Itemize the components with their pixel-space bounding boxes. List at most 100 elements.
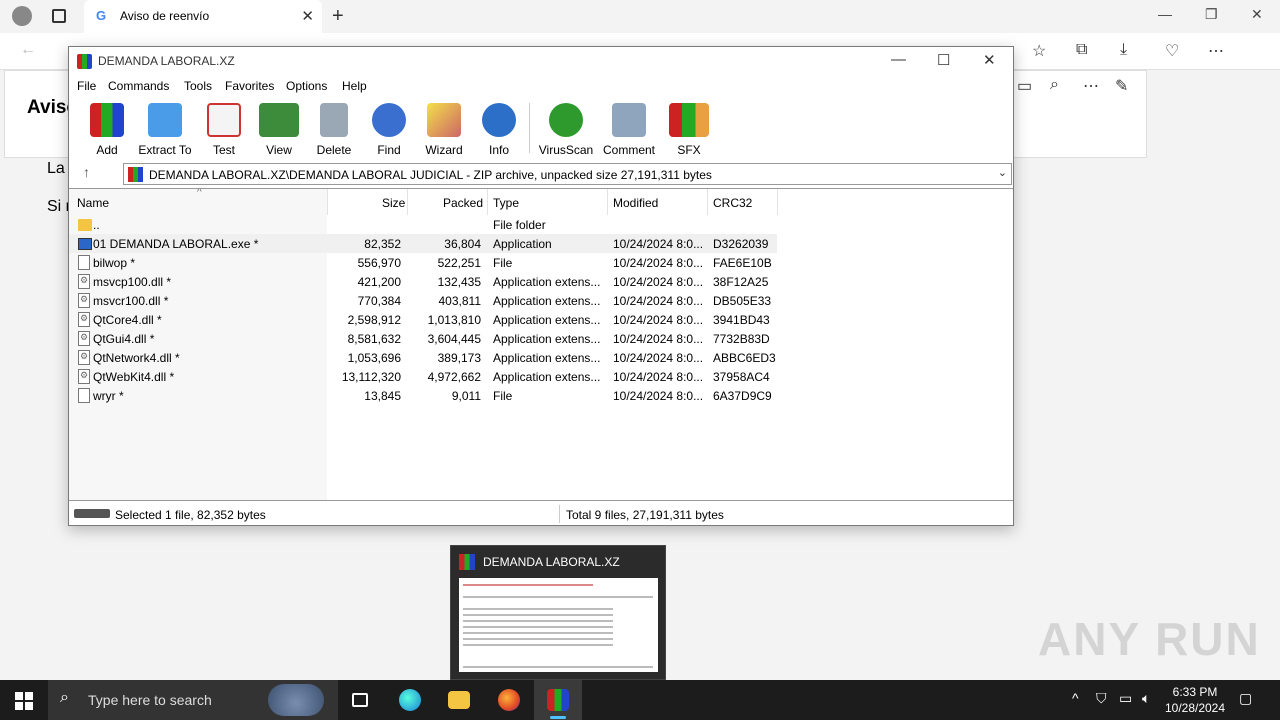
firefox-icon [498,689,520,711]
table-row-selected[interactable]: 01 DEMANDA LABORAL.exe * 82,352 36,804 A… [69,234,777,253]
new-tab-icon[interactable]: + [332,5,344,28]
close-window-icon[interactable]: ✕ [1251,6,1263,23]
table-row[interactable]: QtCore4.dll * 2,598,912 1,013,810 Applic… [69,310,1013,329]
minimize-icon[interactable]: — [891,51,906,68]
menu-help[interactable]: Help [342,79,367,93]
table-row[interactable]: QtWebKit4.dll * 13,112,320 4,972,662 App… [69,367,1013,386]
browser-tab[interactable]: G Aviso de reenvío ✕ [84,0,322,33]
edge-icon [399,689,421,711]
network-icon[interactable]: ▭ [1119,690,1132,707]
column-crc32[interactable]: CRC32 [713,196,752,210]
column-separator [607,189,608,215]
notifications-icon[interactable]: ▢ [1239,690,1252,707]
file-list: Name ^ Size Packed Type Modified CRC32 .… [69,188,1013,501]
search-placeholder: Type here to search [88,692,212,708]
maximize-icon[interactable]: ☐ [937,51,950,69]
search-highlight-image [268,684,324,716]
taskbar-edge[interactable] [386,680,434,720]
security-icon[interactable]: ⛉ [1096,690,1107,707]
more-options-icon[interactable]: ⋯ [1083,76,1099,96]
virusscan-button[interactable]: VirusScan [536,103,596,157]
favorites-icon[interactable]: ☆ [1032,41,1046,61]
path-bar: ↑ DEMANDA LABORAL.XZ\DEMANDA LABORAL JUD… [69,159,1013,187]
file-name: wryr * [93,389,124,403]
add-icon [90,103,124,137]
column-name[interactable]: Name [77,196,109,210]
file-name: QtNetwork4.dll * [93,351,180,365]
menu-commands[interactable]: Commands [108,79,169,93]
column-packed[interactable]: Packed [443,196,483,210]
collections-icon[interactable]: ⧉ [1076,41,1087,59]
taskbar-thumbnail[interactable]: DEMANDA LABORAL.XZ [450,545,666,680]
wizard-label: Wizard [425,143,463,157]
add-button[interactable]: Add [77,103,137,157]
column-modified[interactable]: Modified [613,196,658,210]
table-row[interactable]: msvcp100.dll * 421,200 132,435 Applicati… [69,272,1013,291]
menu-tools[interactable]: Tools [184,79,212,93]
extract-to-button[interactable]: Extract To [135,103,195,157]
status-selected: Selected 1 file, 82,352 bytes [115,508,266,522]
back-icon[interactable]: ← [20,41,36,59]
comment-button[interactable]: Comment [599,103,659,157]
column-type[interactable]: Type [493,196,519,210]
folder-icon[interactable]: ▭ [1017,76,1032,96]
test-button[interactable]: Test [194,103,254,157]
more-icon[interactable]: ⋯ [1208,41,1224,61]
table-row[interactable]: .. File folder [69,215,1013,234]
test-clipboard-icon [207,103,241,137]
find-button[interactable]: Find [359,103,419,157]
table-row[interactable]: wryr * 13,845 9,011 File 10/24/2024 8:0.… [69,386,1013,405]
sfx-button[interactable]: SFX [659,103,719,157]
path-dropdown[interactable]: DEMANDA LABORAL.XZ\DEMANDA LABORAL JUDIC… [123,163,1012,185]
wizard-button[interactable]: Wizard [414,103,474,157]
close-icon[interactable]: ✕ [983,51,996,69]
drive-icon[interactable] [74,509,110,518]
sfx-icon [669,103,709,137]
file-size: 556,970 [357,256,401,270]
file-type: Application extens... [493,294,601,308]
table-row[interactable]: QtGui4.dll * 8,581,632 3,604,445 Applica… [69,329,1013,348]
column-size[interactable]: Size [382,196,405,210]
file-size: 82,352 [364,237,401,251]
minimize-icon[interactable]: — [1158,6,1172,22]
info-button[interactable]: Info [469,103,529,157]
close-tab-icon[interactable]: ✕ [301,7,314,25]
chevron-down-icon[interactable]: ⌄ [998,166,1007,179]
taskbar-search[interactable]: ⌕ Type here to search [48,680,338,720]
download-icon[interactable]: ⤓ [1120,41,1127,59]
task-view-button[interactable] [336,680,384,720]
info-label: Info [488,143,509,157]
search-icon[interactable]: ⌕ [1050,76,1059,94]
show-hidden-icons-chevron-icon[interactable]: ^ [1072,690,1079,706]
anyrun-watermark: ANY RUN [1038,613,1261,665]
winrar-titlebar[interactable]: DEMANDA LABORAL.XZ — ☐ ✕ [69,47,1013,75]
tab-actions-icon[interactable] [52,9,66,23]
file-crc: 6A37D9C9 [713,389,772,403]
dll-icon [78,293,90,308]
taskbar-file-explorer[interactable] [435,680,483,720]
tab-title: Aviso de reenvío [120,9,210,23]
file-size: 1,053,696 [347,351,401,365]
view-label: View [266,143,292,157]
up-arrow-icon[interactable]: ↑ [83,164,90,180]
delete-button[interactable]: Delete [304,103,364,157]
volume-icon[interactable]: 🔈︎ [1142,690,1150,707]
start-button[interactable] [15,692,33,710]
table-row[interactable]: bilwop * 556,970 522,251 File 10/24/2024… [69,253,1013,272]
view-button[interactable]: View [249,103,309,157]
menu-file[interactable]: File [77,79,96,93]
table-row[interactable]: msvcr100.dll * 770,384 403,811 Applicati… [69,291,1013,310]
clock[interactable]: 6:33 PM 10/28/2024 [1160,684,1230,716]
menu-favorites[interactable]: Favorites [225,79,274,93]
profile-avatar[interactable] [12,6,32,26]
taskbar-winrar[interactable] [534,680,582,720]
menu-options[interactable]: Options [286,79,327,93]
taskbar-firefox[interactable] [485,680,533,720]
page-paragraph-1: La [47,160,65,177]
pin-icon[interactable]: ✎ [1115,76,1128,96]
restore-icon[interactable]: ❐ [1205,6,1218,23]
browser-essentials-icon[interactable]: ♡ [1165,41,1179,61]
file-icon [78,388,90,403]
file-modified: 10/24/2024 8:0... [613,237,704,251]
table-row[interactable]: QtNetwork4.dll * 1,053,696 389,173 Appli… [69,348,1013,367]
